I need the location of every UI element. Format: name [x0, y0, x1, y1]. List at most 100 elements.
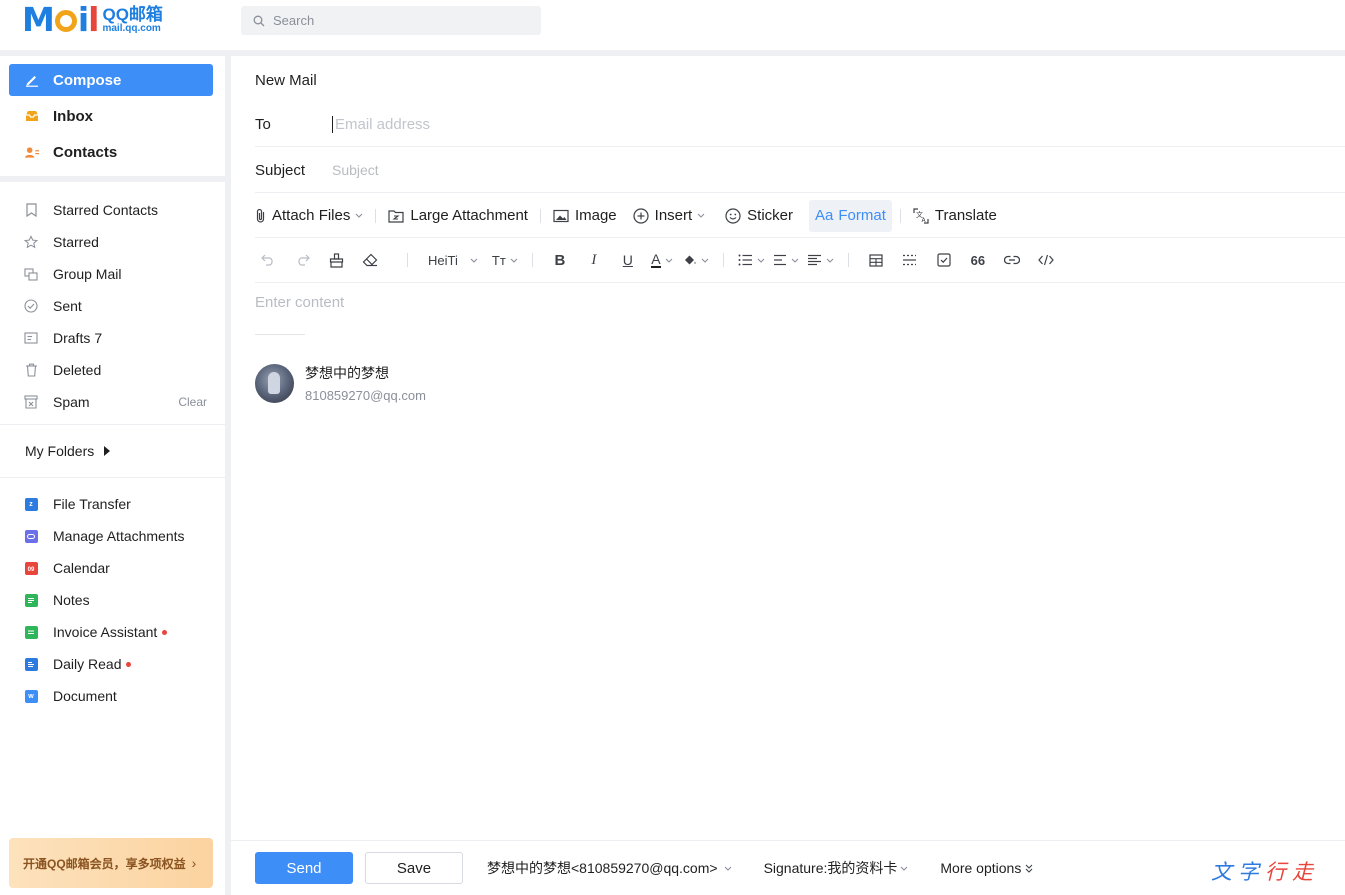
sidebar-item-group-mail[interactable]: Group Mail [0, 258, 225, 290]
sidebar-item-invoice-assistant[interactable]: Invoice Assistant [0, 616, 225, 648]
signature-card: 梦想中的梦想 810859270@qq.com [255, 363, 426, 403]
inbox-icon [25, 109, 39, 123]
chevron-down-icon [701, 258, 709, 263]
highlight-color-button[interactable] [683, 247, 709, 273]
sidebar-item-daily-read[interactable]: Daily Read [0, 648, 225, 680]
contacts-icon [25, 145, 39, 159]
horizontal-rule-icon [903, 254, 917, 266]
insert-button[interactable]: Insert [629, 200, 710, 232]
sidebar-item-starred-contacts[interactable]: Starred Contacts [0, 194, 225, 226]
logo-letter-m: M [22, 0, 55, 39]
chevron-down-icon [355, 213, 363, 218]
search-box[interactable] [241, 6, 541, 35]
sticker-button[interactable]: Sticker [721, 200, 797, 232]
clear-format-button[interactable] [357, 247, 383, 273]
italic-button[interactable]: I [581, 247, 607, 273]
redo-button[interactable] [289, 247, 315, 273]
checklist-button[interactable] [931, 247, 957, 273]
link-button[interactable] [999, 247, 1025, 273]
sidebar-item-contacts[interactable]: Contacts [9, 136, 213, 168]
format-button[interactable]: Aa Format [809, 199, 892, 232]
send-button[interactable]: Send [255, 852, 353, 884]
sender-select[interactable]: 梦想中的梦想<810859270@qq.com> [487, 858, 732, 878]
page-title: New Mail [255, 72, 317, 89]
quote-button[interactable]: 66 [965, 247, 991, 273]
sidebar-item-calendar[interactable]: 09 Calendar [0, 552, 225, 584]
sticker-label: Sticker [747, 207, 794, 224]
sidebar-item-spam[interactable]: Spam Clear [0, 386, 225, 418]
deleted-label: Deleted [53, 362, 102, 378]
code-button[interactable] [1033, 247, 1059, 273]
sidebar-item-document[interactable]: w Document [0, 680, 225, 712]
font-family-select[interactable]: HeiTi [428, 247, 478, 273]
underline-button[interactable]: U [615, 247, 641, 273]
toolbar-separator [847, 253, 849, 267]
sidebar-item-deleted[interactable]: Deleted [0, 354, 225, 386]
undo-button[interactable] [255, 247, 281, 273]
table-button[interactable] [863, 247, 889, 273]
qq-mail-logo[interactable]: Mil QQ邮箱 mail.qq.com [22, 3, 163, 36]
attach-files-button[interactable]: Attach Files [255, 200, 367, 232]
document-icon: w [24, 689, 38, 703]
bullet-list-icon [738, 254, 752, 266]
save-button[interactable]: Save [365, 852, 463, 884]
list-button[interactable] [738, 247, 765, 273]
format-painter-button[interactable] [323, 247, 349, 273]
divider-button[interactable] [897, 247, 923, 273]
large-attachment-button[interactable]: Large Attachment [384, 200, 532, 232]
watermark-text-2: 行走 [1265, 860, 1319, 884]
image-button[interactable]: Image [549, 200, 621, 232]
redo-icon [297, 254, 310, 266]
table-icon [869, 253, 883, 267]
subject-input[interactable] [332, 162, 932, 178]
font-size-select[interactable]: Tт [492, 247, 518, 273]
eraser-icon [362, 253, 378, 267]
toolbar-separator [722, 253, 724, 267]
spam-clear-link[interactable]: Clear [178, 395, 207, 409]
chevron-down-icon [470, 258, 478, 263]
indent-button[interactable] [807, 247, 834, 273]
sidebar-item-drafts[interactable]: Drafts 7 [0, 322, 225, 354]
file-transfer-badge: z [24, 497, 38, 511]
signature-select[interactable]: Signature:我的资料卡 [764, 858, 909, 878]
sidebar-item-notes[interactable]: Notes [0, 584, 225, 616]
file-transfer-icon: z [24, 497, 38, 511]
my-folders-toggle[interactable]: My Folders [0, 431, 225, 471]
spam-label: Spam [53, 394, 90, 410]
content-editor[interactable]: Enter content [255, 294, 344, 311]
daily-read-icon [24, 657, 38, 671]
sidebar-item-file-transfer[interactable]: z File Transfer [0, 488, 225, 520]
chevron-right-icon: › [191, 855, 197, 871]
chevron-down-icon [697, 213, 705, 218]
to-row: To [255, 102, 1345, 147]
more-options-button[interactable]: More options [940, 860, 1033, 876]
sidebar: Compose Inbox Contacts Starred Contacts … [0, 56, 225, 895]
sidebar-item-sent[interactable]: Sent [0, 290, 225, 322]
align-button[interactable] [773, 247, 799, 273]
avatar [255, 363, 294, 403]
inbox-label: Inbox [53, 107, 93, 125]
vip-membership-banner[interactable]: 开通QQ邮箱会员，享多项权益 › [9, 838, 213, 888]
to-input[interactable] [332, 115, 932, 133]
to-label: To [255, 115, 271, 133]
sidebar-item-inbox[interactable]: Inbox [9, 100, 213, 132]
text-color-button[interactable]: A [649, 247, 675, 273]
bold-icon: B [554, 251, 566, 269]
notification-dot [126, 661, 132, 667]
notes-icon [24, 593, 38, 607]
my-folders-label: My Folders [25, 443, 95, 459]
translate-button[interactable]: 文A Translate [909, 200, 1001, 232]
caret-right-icon [104, 446, 111, 456]
logo-letter-i: i [77, 0, 89, 39]
sidebar-item-manage-attachments[interactable]: Manage Attachments [0, 520, 225, 552]
sidebar-item-starred[interactable]: Starred [0, 226, 225, 258]
toolbar-separator [407, 253, 408, 267]
plus-circle-icon [633, 207, 649, 224]
sent-label: Sent [53, 298, 82, 314]
insert-label: Insert [654, 207, 693, 224]
notification-dot [162, 629, 168, 635]
group-mail-label: Group Mail [53, 266, 122, 282]
compose-button[interactable]: Compose [9, 64, 213, 96]
bold-button[interactable]: B [547, 247, 573, 273]
search-input[interactable] [273, 13, 533, 28]
